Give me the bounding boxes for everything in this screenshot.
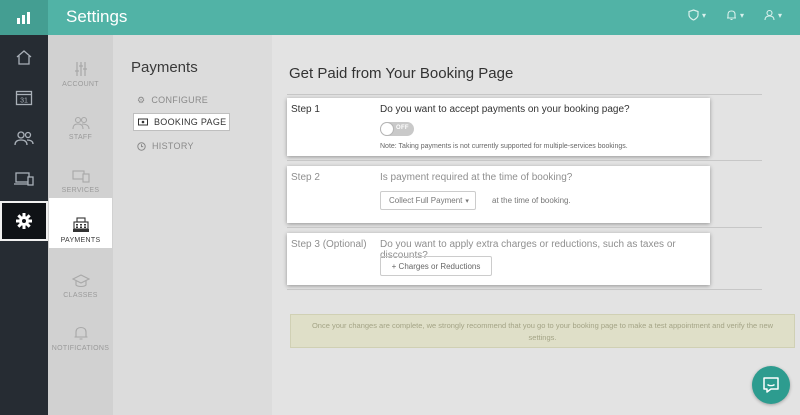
- payments-menu: Payments ⚙ CONFIGURE BOOKING PAGE HISTOR…: [113, 35, 272, 415]
- top-bar: Settings ▾ ▾ ▾: [0, 0, 800, 35]
- subnav-item-notifications[interactable]: NOTIFICATIONS: [48, 306, 113, 356]
- bell-icon: [74, 326, 87, 340]
- devices-icon: [14, 172, 34, 186]
- recommendation-notice: Once your changes are complete, we stron…: [290, 314, 795, 348]
- calendar-day-number: 31: [20, 97, 28, 104]
- payments-item-label: CONFIGURE: [151, 95, 209, 105]
- app-logo[interactable]: [0, 0, 48, 35]
- divider: [287, 94, 762, 95]
- money-icon: [138, 118, 148, 126]
- payments-item-label: HISTORY: [152, 141, 194, 151]
- chevron-down-icon: ▾: [701, 10, 706, 20]
- subnav-item-account[interactable]: ACCOUNT: [48, 42, 113, 92]
- step-note: Note: Taking payments is not currently s…: [380, 143, 628, 150]
- subnav-label: ACCOUNT: [62, 81, 99, 88]
- subnav-label: STAFF: [68, 134, 93, 141]
- rail-item-settings[interactable]: [0, 201, 48, 241]
- sliders-icon: [74, 62, 87, 76]
- section-title: Get Paid from Your Booking Page: [289, 65, 514, 82]
- subnav-item-payments[interactable]: PAYMENTS: [49, 198, 112, 248]
- chevron-down-icon: ▾: [465, 197, 469, 205]
- calendar-icon: 31: [15, 90, 33, 105]
- payment-requirement-select[interactable]: Collect Full Payment ▾: [380, 191, 476, 210]
- payments-menu-title: Payments: [131, 59, 198, 76]
- staff-icon: [71, 116, 90, 130]
- divider: [287, 289, 762, 290]
- subnav-label: CLASSES: [63, 292, 98, 299]
- chevron-down-icon: ▾: [739, 10, 744, 20]
- clock-icon: [137, 141, 146, 151]
- chat-launcher-button[interactable]: [752, 366, 790, 404]
- step-label: Step 1: [291, 104, 320, 115]
- payments-item-booking-page[interactable]: BOOKING PAGE: [133, 113, 230, 131]
- home-icon: [16, 49, 32, 65]
- add-charges-button[interactable]: + Charges or Reductions: [380, 256, 492, 276]
- step-label: Step 2: [291, 172, 320, 183]
- main-content: Get Paid from Your Booking Page Step 1 D…: [272, 35, 800, 415]
- page-title: Settings: [66, 7, 128, 26]
- step-question: Is payment required at the time of booki…: [380, 172, 573, 183]
- user-icon: [764, 9, 775, 21]
- rail-item-calendar[interactable]: 31: [0, 77, 48, 117]
- bell-icon: [726, 10, 736, 21]
- notifications-menu[interactable]: ▾: [726, 9, 744, 21]
- divider: [287, 227, 762, 228]
- users-icon: [14, 131, 34, 146]
- step-label: Step 3 (Optional): [291, 239, 367, 250]
- logo-bars-icon: [17, 11, 30, 24]
- step-2-card: Step 2 Is payment required at the time o…: [287, 166, 710, 223]
- shield-icon: [688, 9, 699, 21]
- select-suffix: at the time of booking.: [492, 196, 571, 205]
- settings-subnav: ACCOUNT STAFF SERVICES PAYMENTS CLASSES …: [48, 35, 113, 415]
- step-question: Do you want to accept payments on your b…: [380, 104, 630, 115]
- payments-item-history[interactable]: HISTORY: [137, 137, 194, 155]
- subnav-item-classes[interactable]: CLASSES: [48, 253, 113, 303]
- user-menu[interactable]: ▾: [764, 9, 782, 21]
- security-menu[interactable]: ▾: [688, 9, 706, 21]
- graduation-cap-icon: [71, 274, 90, 288]
- divider: [287, 160, 762, 161]
- toggle-state-label: OFF: [396, 125, 409, 131]
- subnav-label: SERVICES: [61, 187, 100, 194]
- subnav-item-staff[interactable]: STAFF: [48, 95, 113, 145]
- step-3-card: Step 3 (Optional) Do you want to apply e…: [287, 233, 710, 285]
- rail-item-people[interactable]: [0, 118, 48, 158]
- register-icon: [72, 217, 89, 232]
- subnav-label: PAYMENTS: [60, 237, 101, 244]
- rail-item-devices[interactable]: [0, 159, 48, 199]
- rail-item-home[interactable]: [0, 37, 48, 77]
- settings-icon: [16, 213, 32, 229]
- chevron-down-icon: ▾: [777, 10, 782, 20]
- chat-icon: [763, 377, 779, 393]
- services-icon: [71, 170, 90, 183]
- toggle-knob: [380, 122, 394, 136]
- gear-icon: ⚙: [137, 94, 146, 105]
- payments-item-label: BOOKING PAGE: [154, 117, 227, 127]
- main-rail: 31: [0, 35, 48, 415]
- payments-item-configure[interactable]: ⚙ CONFIGURE: [137, 91, 208, 109]
- subnav-item-services[interactable]: SERVICES: [48, 148, 113, 198]
- subnav-label: NOTIFICATIONS: [51, 345, 110, 352]
- step-1-card: Step 1 Do you want to accept payments on…: [287, 98, 710, 156]
- select-value: Collect Full Payment: [389, 196, 463, 205]
- accept-payments-toggle[interactable]: OFF: [380, 122, 414, 136]
